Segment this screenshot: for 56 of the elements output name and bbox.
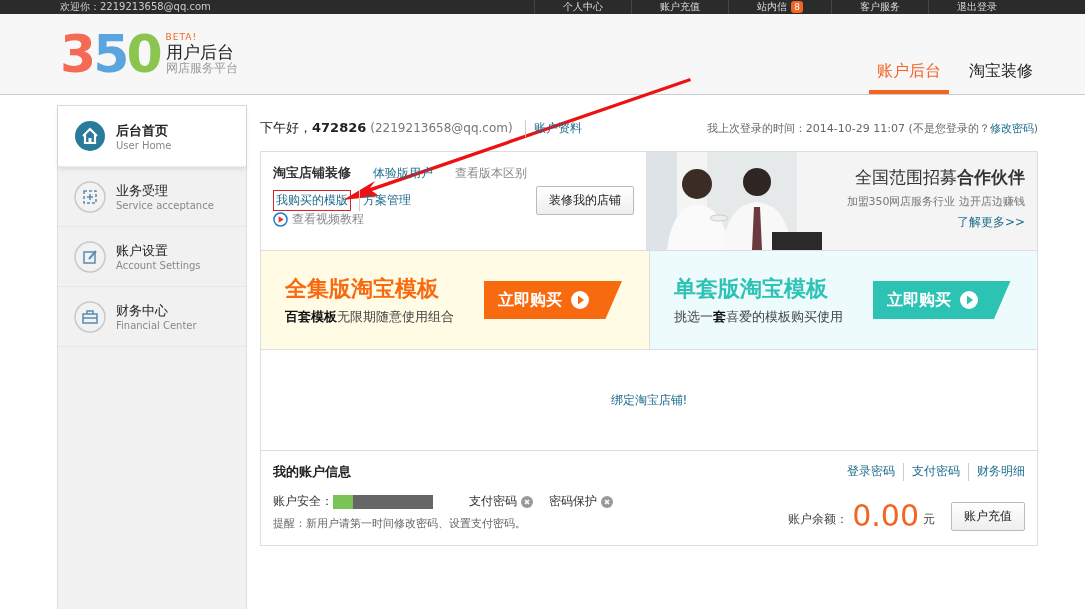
greeting-text: 下午好，472826 xyxy=(260,119,367,137)
nav-tab[interactable]: 淘宝装修 xyxy=(961,61,1041,94)
sidebar-item[interactable]: 后台首页 User Home xyxy=(58,106,246,167)
sidebar-item-subtitle: Service acceptance xyxy=(116,200,214,211)
learn-more-link[interactable]: 了解更多>> xyxy=(956,214,1025,231)
home-icon xyxy=(74,120,106,152)
sidebar-item[interactable]: 业务受理 Service acceptance xyxy=(58,167,246,227)
play-icon xyxy=(570,290,590,310)
last-login-text: 我上次登录的时间：2014-10-29 11:07 (不是您登录的？ xyxy=(706,121,990,135)
sidebar-item-subtitle: Account Settings xyxy=(116,260,201,271)
video-tutorial-link[interactable]: 查看视频教程 xyxy=(292,211,364,228)
site-title: 用户后台 xyxy=(165,42,235,62)
sidebar-item-subtitle: Financial Center xyxy=(116,320,197,331)
service-icon xyxy=(74,180,106,213)
beta-label: BETA! xyxy=(165,32,198,43)
sidebar-item[interactable]: 财务中心 Financial Center xyxy=(58,287,246,347)
play-icon xyxy=(273,212,288,227)
promo-description: 百套模板无限期随意使用组合 xyxy=(285,308,454,326)
email-text: (2219213658@qq.com) xyxy=(370,121,513,135)
message-count-badge: 8 xyxy=(791,1,803,13)
sidebar-item-title: 账户设置 xyxy=(116,242,169,260)
decorate-shop-button[interactable]: 装修我的店铺 xyxy=(536,186,634,215)
promo-description: 挑选一套喜爱的模板购买使用 xyxy=(673,308,843,326)
compare-versions-link[interactable]: 查看版本区别 xyxy=(455,164,527,182)
promo-title: 全集版淘宝模板 xyxy=(285,275,440,303)
bracket-text: ) xyxy=(1033,121,1038,135)
reminder-text: 提醒：新用户请第一时间修改密码、设置支付密码。 xyxy=(273,516,527,531)
banner-subtitle: 加盟350网店服务行业 边开店边赚钱 xyxy=(846,194,1025,209)
sidebar-item-title: 业务受理 xyxy=(116,182,169,200)
security-item: 密码保护 xyxy=(549,493,597,510)
welcome-text: 欢迎你：2219213658@qq.com xyxy=(60,0,211,14)
sidebar-item-title: 后台首页 xyxy=(116,121,169,140)
security-label: 账户安全： xyxy=(273,493,333,510)
play-icon xyxy=(958,290,979,310)
edit-icon xyxy=(74,240,106,273)
balance-label: 账户余额： xyxy=(788,511,849,528)
promo-title: 单套版淘宝模板 xyxy=(673,275,829,303)
panel-title: 淘宝店铺装修 xyxy=(273,164,351,182)
sidebar-item-title: 财务中心 xyxy=(116,302,169,320)
briefcase-icon xyxy=(74,300,106,333)
account-link[interactable]: 登录密码 xyxy=(847,463,895,481)
recharge-button[interactable]: 账户充值 xyxy=(951,502,1025,531)
security-item: 支付密码 xyxy=(469,493,517,510)
currency-label: 元 xyxy=(923,511,935,528)
account-link[interactable]: 支付密码 xyxy=(903,463,960,481)
bind-shop-link[interactable]: 绑定淘宝店铺! xyxy=(610,391,688,409)
sidebar-item-subtitle: User Home xyxy=(116,139,172,151)
banner-title: 全国范围招募合作伙伴 xyxy=(855,166,1025,189)
account-link[interactable]: 财务明细 xyxy=(968,463,1025,481)
logo-mark: 350 xyxy=(60,28,160,80)
sidebar-item[interactable]: 账户设置 Account Settings xyxy=(58,227,246,287)
panel-link[interactable]: 我购买的模版 xyxy=(273,190,351,211)
balance-amount: 0.00 xyxy=(852,501,919,531)
change-password-link[interactable]: 修改密码 xyxy=(989,121,1034,135)
site-subtitle: 网店服务平台 xyxy=(165,62,238,76)
section-title: 我的账户信息 xyxy=(273,463,351,481)
